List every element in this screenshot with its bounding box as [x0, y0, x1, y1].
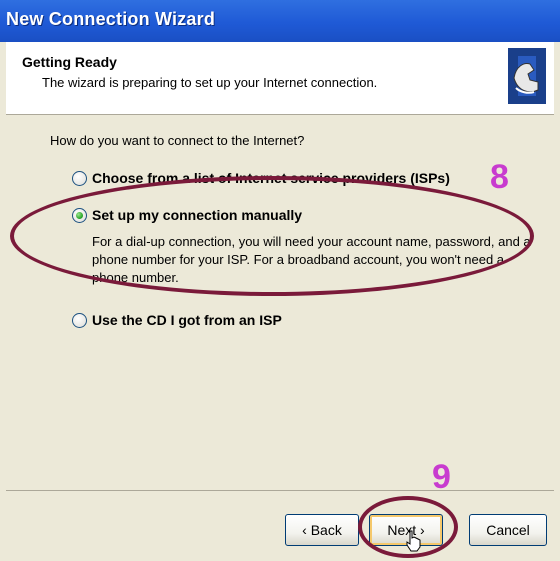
- wizard-window: New Connection Wizard Getting Ready The …: [0, 0, 560, 561]
- phone-connection-icon: [508, 48, 546, 104]
- wizard-content: How do you want to connect to the Intern…: [6, 115, 554, 490]
- hand-cursor-icon: [406, 530, 421, 552]
- connection-question: How do you want to connect to the Intern…: [50, 133, 305, 148]
- page-title: Getting Ready: [22, 54, 117, 70]
- back-button[interactable]: ‹ Back: [285, 514, 359, 546]
- wizard-header: Getting Ready The wizard is preparing to…: [6, 42, 554, 115]
- title-bar[interactable]: New Connection Wizard: [0, 0, 560, 42]
- wizard-footer: ‹ Back Next › Cancel: [6, 490, 554, 561]
- page-subtitle: The wizard is preparing to set up your I…: [42, 75, 378, 90]
- window-title: New Connection Wizard: [6, 9, 216, 29]
- annotation-ellipse-manual: [10, 176, 534, 296]
- annotation-step-9: 9: [432, 458, 451, 496]
- annotation-step-8: 8: [490, 158, 509, 196]
- cancel-button[interactable]: Cancel: [469, 514, 547, 546]
- radio-use-cd[interactable]: [72, 312, 87, 328]
- option-use-cd[interactable]: Use the CD I got from an ISP: [72, 312, 282, 328]
- radio-choose-isp[interactable]: [72, 170, 87, 186]
- option-label: Use the CD I got from an ISP: [92, 312, 282, 328]
